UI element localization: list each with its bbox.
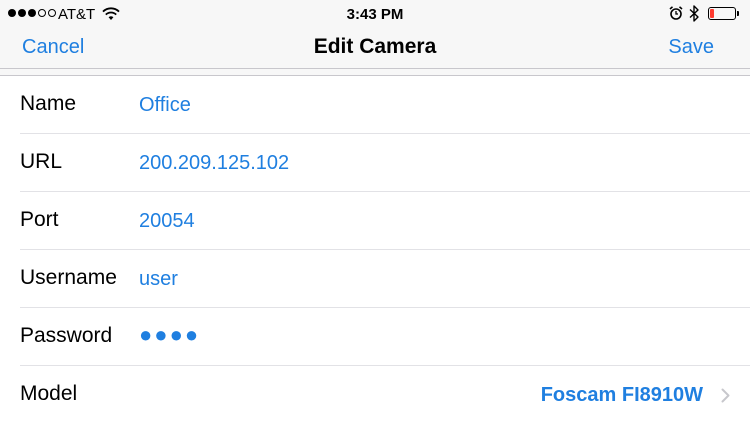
bluetooth-icon bbox=[689, 5, 700, 26]
name-field[interactable]: Office bbox=[139, 94, 191, 117]
password-field[interactable]: ●●●● bbox=[139, 322, 200, 348]
navigation-bar: Cancel Edit Camera Save bbox=[0, 30, 750, 69]
port-label: Port bbox=[20, 208, 59, 231]
battery-tip bbox=[737, 11, 739, 16]
password-field-row[interactable]: Password ●●●● bbox=[20, 308, 750, 366]
port-field[interactable]: 20054 bbox=[139, 210, 195, 233]
url-field-row[interactable]: URL 200.209.125.102 bbox=[20, 134, 750, 192]
battery-icon bbox=[708, 7, 736, 20]
camera-form: Name Office URL 200.209.125.102 Port 200… bbox=[0, 75, 750, 423]
name-field-row[interactable]: Name Office bbox=[20, 76, 750, 134]
page-title: Edit Camera bbox=[313, 35, 437, 58]
model-label: Model bbox=[20, 382, 78, 405]
name-label: Name bbox=[20, 92, 77, 115]
url-field[interactable]: 200.209.125.102 bbox=[139, 152, 289, 175]
alarm-icon bbox=[669, 6, 683, 25]
password-label: Password bbox=[20, 324, 113, 347]
battery-level-fill bbox=[710, 9, 714, 18]
chevron-right-icon bbox=[721, 388, 730, 408]
save-button[interactable]: Save bbox=[668, 36, 714, 59]
model-value[interactable]: Foscam FI8910W bbox=[541, 384, 703, 407]
username-label: Username bbox=[20, 266, 117, 289]
url-label: URL bbox=[20, 150, 63, 173]
status-time: 3:43 PM bbox=[346, 6, 404, 23]
port-field-row[interactable]: Port 20054 bbox=[20, 192, 750, 250]
status-bar: AT&T 3:43 PM bbox=[0, 0, 750, 30]
username-field-row[interactable]: Username user bbox=[20, 250, 750, 308]
username-field[interactable]: user bbox=[139, 268, 178, 291]
model-field-row[interactable]: Model Foscam FI8910W bbox=[20, 366, 750, 423]
